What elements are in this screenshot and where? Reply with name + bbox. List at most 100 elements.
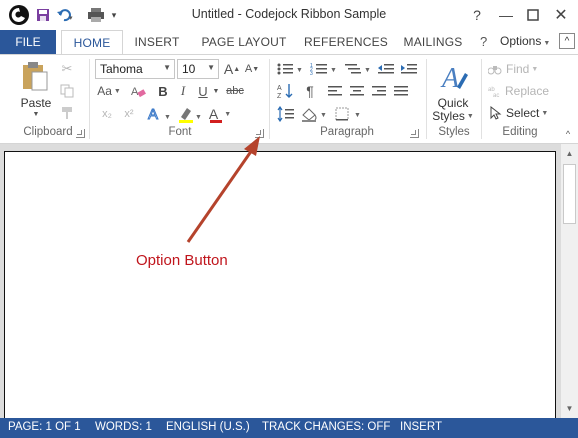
grow-font-icon[interactable]: A ▲: [223, 60, 241, 78]
ribbon: Paste ▼ ✂ Clipboard Tahoma ▼ 10 ▼ A ▲ A ▼ …: [0, 54, 578, 144]
paragraph-launcher-icon[interactable]: [410, 129, 419, 138]
cut-icon[interactable]: ✂: [58, 60, 76, 78]
tab-insert[interactable]: INSERT: [129, 30, 185, 54]
scroll-down-icon[interactable]: ▼: [561, 400, 578, 416]
underline-button[interactable]: U: [195, 82, 211, 100]
tab-references[interactable]: REFERENCES: [302, 30, 390, 54]
replace-label: Replace: [505, 84, 550, 98]
paste-label[interactable]: Paste: [18, 96, 54, 110]
svg-text:▼: ▼: [164, 114, 171, 121]
svg-text:▼: ▼: [195, 114, 202, 121]
chevron-down-icon: ▼: [113, 87, 121, 95]
options-button[interactable]: Options ▼: [500, 34, 550, 48]
superscript-button[interactable]: x²: [120, 105, 138, 123]
font-options-launcher-icon[interactable]: [255, 129, 264, 138]
scrollbar-thumb[interactable]: [563, 164, 576, 224]
show-marks-button[interactable]: ¶: [300, 82, 320, 100]
quick-styles-label-2: Styles: [432, 109, 465, 123]
decrease-indent-icon[interactable]: [376, 60, 396, 78]
strikethrough-button[interactable]: abc: [223, 82, 247, 100]
scroll-up-icon[interactable]: ▲: [561, 145, 578, 161]
increase-indent-icon[interactable]: [399, 60, 419, 78]
replace-button[interactable]: ab ac Replace: [488, 83, 556, 99]
highlight-icon[interactable]: ▼: [176, 104, 204, 124]
shrink-font-glyph: A: [244, 63, 253, 75]
options-label: Options: [500, 34, 542, 48]
quick-styles-label[interactable]: Quick: [430, 96, 476, 110]
svg-text:A: A: [277, 85, 282, 92]
copy-icon[interactable]: [58, 82, 76, 100]
quick-styles-button[interactable]: Styles ▼: [430, 109, 476, 123]
status-bar: PAGE: 1 OF 1 WORDS: 1 ENGLISH (U.S.) TRA…: [0, 418, 578, 438]
paragraph-group-label: Paragraph: [320, 126, 374, 138]
paste-dropdown-icon[interactable]: ▼: [30, 110, 42, 118]
minimize-ribbon-button[interactable]: ^: [559, 33, 575, 49]
clear-formatting-icon[interactable]: A: [128, 82, 148, 100]
tab-file[interactable]: FILE: [0, 30, 56, 54]
shading-icon[interactable]: ▼: [300, 105, 330, 123]
format-painter-icon[interactable]: [58, 104, 76, 122]
sort-icon[interactable]: AZ: [276, 82, 296, 100]
font-group-label: Font: [168, 126, 192, 138]
svg-text:▼: ▼: [330, 67, 337, 74]
multilevel-list-icon[interactable]: ▼: [343, 60, 373, 78]
svg-text:A: A: [148, 106, 158, 123]
maximize-button[interactable]: [520, 4, 546, 26]
collapse-ribbon-icon[interactable]: ^: [562, 129, 574, 139]
underline-dropdown-icon[interactable]: ▼: [211, 82, 221, 100]
chevron-down-icon: ▼: [207, 63, 215, 72]
tab-mailings[interactable]: MAILINGS: [400, 30, 466, 54]
align-right-icon[interactable]: [370, 82, 388, 100]
ribbon-tab-row: FILE HOME INSERT PAGE LAYOUT REFERENCES …: [0, 30, 578, 55]
clipboard-launcher-icon[interactable]: [76, 129, 85, 138]
chevron-down-icon: ▼: [224, 110, 232, 118]
font-size-combo[interactable]: 10 ▼: [177, 59, 219, 79]
help-icon[interactable]: ?: [480, 34, 487, 49]
find-button[interactable]: Find ▼: [488, 61, 548, 77]
svg-text:▼: ▼: [296, 67, 303, 74]
status-language[interactable]: ENGLISH (U.S.): [166, 421, 250, 433]
status-mode[interactable]: INSERT: [400, 421, 442, 433]
font-color-bar: [210, 120, 222, 123]
title-bar: ▾ ▾ Untitled - Codejock Ribbon Sample ? …: [0, 0, 578, 30]
window-title: Untitled - Codejock Ribbon Sample: [191, 7, 387, 21]
bullets-icon[interactable]: ▼: [275, 60, 305, 78]
document-area: ▲ ▼: [0, 144, 578, 418]
change-case-label: Aa: [97, 84, 112, 98]
numbering-icon[interactable]: 1 2 3 ▼: [309, 60, 339, 78]
select-button[interactable]: Select ▼: [488, 105, 550, 121]
status-track-changes[interactable]: TRACK CHANGES: OFF: [262, 421, 390, 433]
svg-text:A: A: [440, 63, 460, 93]
paste-icon[interactable]: [20, 60, 50, 92]
subscript-button[interactable]: x₂: [98, 105, 116, 123]
find-label: Find: [506, 62, 530, 76]
align-left-icon[interactable]: [326, 82, 344, 100]
status-page[interactable]: PAGE: 1 OF 1: [8, 421, 81, 433]
font-color-button[interactable]: A ▼: [207, 104, 233, 124]
quick-styles-icon[interactable]: A: [437, 60, 471, 94]
bold-button[interactable]: B: [155, 82, 171, 100]
align-center-icon[interactable]: [348, 82, 366, 100]
help-window-icon[interactable]: ?: [464, 4, 490, 26]
document-page[interactable]: [4, 151, 556, 418]
text-effects-icon[interactable]: A ▼: [145, 104, 173, 124]
chevron-down-icon: ▼: [543, 40, 551, 47]
font-family-combo[interactable]: Tahoma ▼: [95, 59, 175, 79]
editing-group-label: Editing: [502, 126, 538, 138]
clipboard-group-label: Clipboard: [23, 126, 73, 138]
line-spacing-icon[interactable]: [276, 105, 296, 123]
tab-page-layout[interactable]: PAGE LAYOUT: [196, 30, 292, 54]
shrink-font-icon[interactable]: A ▼: [243, 60, 261, 78]
tab-home[interactable]: HOME: [61, 30, 123, 55]
status-words[interactable]: WORDS: 1: [95, 421, 152, 433]
change-case-icon[interactable]: Aa ▼: [95, 82, 123, 100]
font-size-value: 10: [182, 62, 196, 76]
close-button[interactable]: ✕: [548, 4, 574, 26]
minimize-button[interactable]: —: [493, 4, 519, 26]
italic-button[interactable]: I: [175, 82, 191, 100]
styles-group-label: Styles: [438, 126, 470, 138]
chevron-down-icon: ▼: [466, 112, 474, 120]
borders-icon[interactable]: ▼: [334, 105, 364, 123]
justify-icon[interactable]: [392, 82, 410, 100]
svg-text:A: A: [131, 86, 139, 98]
